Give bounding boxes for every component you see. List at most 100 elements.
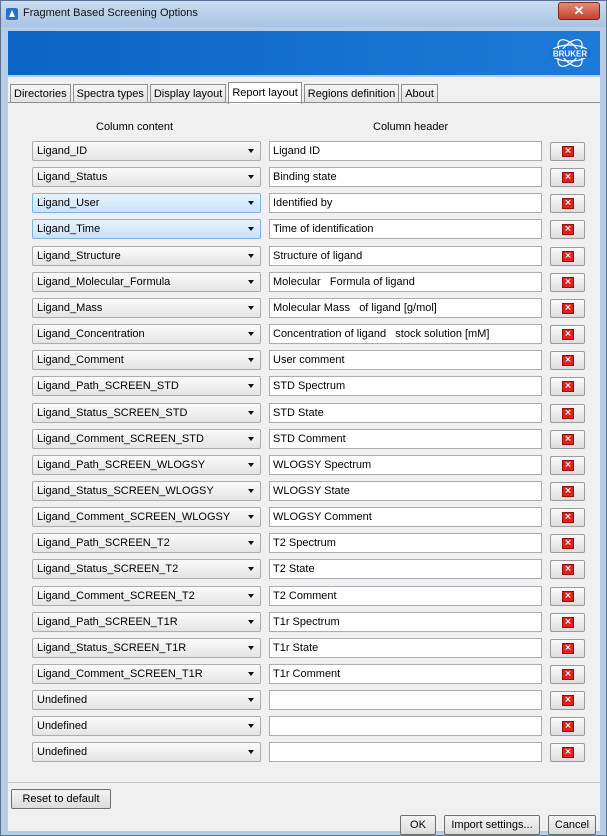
column-header-field[interactable]: Binding state [269, 167, 542, 188]
delete-row-button[interactable]: × [550, 534, 585, 554]
delete-row-button[interactable]: × [550, 351, 585, 371]
column-header-field[interactable]: WLOGSY Comment [269, 507, 542, 528]
column-content-select[interactable]: Ligand_Comment_SCREEN_T1R [32, 664, 261, 684]
delete-row-button[interactable]: × [550, 455, 585, 475]
delete-row-button[interactable]: × [550, 272, 585, 292]
delete-row-button[interactable]: × [550, 481, 585, 501]
column-header-field[interactable]: Identified by [269, 193, 542, 214]
tab-display-layout[interactable]: Display layout [149, 84, 227, 103]
column-content-select[interactable]: Ligand_Molecular_Formula [32, 271, 261, 292]
column-header-field[interactable]: WLOGSY Spectrum [269, 454, 542, 475]
column-content-select[interactable]: Ligand_User [32, 193, 261, 214]
column-row: Ligand_Path_SCREEN_T2 T2 Spectrum × [8, 533, 600, 554]
column-header-field[interactable]: Time of identification [269, 219, 542, 240]
column-content-select[interactable]: Undefined [32, 742, 261, 763]
delete-row-button[interactable]: × [550, 638, 585, 658]
column-content-select[interactable]: Ligand_Comment_SCREEN_T2 [32, 585, 261, 606]
chevron-down-icon [248, 724, 254, 729]
delete-x-icon: × [562, 642, 574, 654]
column-header-field[interactable]: Molecular Mass of ligand [g/mol] [269, 297, 542, 318]
column-content-select[interactable]: Ligand_Mass [32, 297, 261, 318]
column-header-field[interactable]: T2 Spectrum [269, 533, 542, 554]
ok-button[interactable]: OK [400, 815, 436, 835]
delete-row-button[interactable]: × [550, 586, 585, 606]
delete-row-button[interactable]: × [550, 325, 585, 345]
column-header-field[interactable]: Ligand ID [269, 141, 542, 161]
column-header-field[interactable] [269, 716, 542, 737]
delete-row-button[interactable]: × [550, 691, 585, 711]
column-content-select[interactable]: Ligand_Status_SCREEN_T2 [32, 559, 261, 580]
column-header-field[interactable]: T2 State [269, 559, 542, 580]
delete-row-button[interactable]: × [550, 743, 585, 763]
column-header-field[interactable]: STD State [269, 402, 542, 423]
column-content-select[interactable]: Ligand_Time [32, 219, 261, 240]
delete-row-button[interactable]: × [550, 429, 585, 449]
column-header-field[interactable]: Molecular Formula of ligand [269, 271, 542, 292]
delete-row-button[interactable]: × [550, 403, 585, 423]
column-content-select[interactable]: Ligand_Comment_SCREEN_WLOGSY [32, 507, 261, 528]
delete-row-button[interactable]: × [550, 560, 585, 580]
column-content-select[interactable]: Undefined [32, 716, 261, 737]
column-header-field[interactable]: Concentration of ligand stock solution [… [269, 324, 542, 345]
column-header-field[interactable]: T2 Comment [269, 585, 542, 606]
delete-row-button[interactable]: × [550, 665, 585, 684]
delete-x-icon: × [562, 590, 574, 602]
column-content-select[interactable]: Ligand_Status_SCREEN_WLOGSY [32, 480, 261, 501]
column-content-select[interactable]: Ligand_Comment [32, 350, 261, 371]
chevron-down-icon [248, 541, 254, 546]
column-content-value: Ligand_Status_SCREEN_T2 [37, 563, 179, 576]
title-bar[interactable]: Fragment Based Screening Options ✕ [1, 1, 606, 27]
column-content-select[interactable]: Ligand_Path_SCREEN_WLOGSY [32, 454, 261, 475]
delete-row-button[interactable]: × [550, 717, 585, 737]
delete-row-button[interactable]: × [550, 220, 585, 240]
cancel-button[interactable]: Cancel [548, 815, 596, 835]
delete-row-button[interactable]: × [550, 377, 585, 397]
column-header-field[interactable] [269, 742, 542, 763]
column-content-select[interactable]: Ligand_Status_SCREEN_STD [32, 402, 261, 423]
column-content-select[interactable]: Ligand_Status [32, 167, 261, 188]
column-row: Ligand_Comment_SCREEN_T2 T2 Comment × [8, 585, 600, 606]
column-content-select[interactable]: Ligand_Path_SCREEN_T1R [32, 611, 261, 632]
column-header-field[interactable]: STD Spectrum [269, 376, 542, 397]
delete-x-icon: × [562, 329, 574, 341]
column-content-select[interactable]: Ligand_Comment_SCREEN_STD [32, 428, 261, 449]
tab-spectra-types[interactable]: Spectra types [72, 84, 148, 103]
column-content-select[interactable]: Ligand_Status_SCREEN_T1R [32, 637, 261, 658]
column-content-select[interactable]: Undefined [32, 690, 261, 711]
column-content-select[interactable]: Ligand_Structure [32, 245, 261, 266]
tab-directories[interactable]: Directories [10, 84, 71, 103]
delete-row-button[interactable]: × [550, 168, 585, 188]
import-settings-button[interactable]: Import settings... [444, 815, 540, 835]
delete-row-button[interactable]: × [550, 298, 585, 318]
column-row: Undefined × [8, 690, 600, 711]
column-content-value: Ligand_Comment_SCREEN_STD [37, 432, 204, 445]
delete-row-button[interactable]: × [550, 246, 585, 266]
column-content-select[interactable]: Ligand_Path_SCREEN_T2 [32, 533, 261, 554]
delete-row-button[interactable]: × [550, 612, 585, 632]
column-content-select[interactable]: Ligand_Concentration [32, 324, 261, 345]
close-button[interactable]: ✕ [558, 2, 600, 20]
reset-to-default-button[interactable]: Reset to default [11, 789, 111, 809]
chevron-down-icon [248, 384, 254, 389]
column-content-value: Ligand_Molecular_Formula [37, 275, 171, 288]
column-header-field[interactable] [269, 690, 542, 711]
tab-about[interactable]: About [401, 84, 438, 103]
tab-report-layout[interactable]: Report layout [228, 82, 302, 104]
column-header-field[interactable]: T1r Comment [269, 664, 542, 684]
column-content-select[interactable]: Ligand_ID [32, 141, 261, 161]
column-header-field[interactable]: STD Comment [269, 428, 542, 449]
tab-regions-definition[interactable]: Regions definition [303, 84, 400, 103]
column-header-field[interactable]: T1r State [269, 637, 542, 658]
column-header-field[interactable]: T1r Spectrum [269, 611, 542, 632]
column-content-select[interactable]: Ligand_Path_SCREEN_STD [32, 376, 261, 397]
column-row: Ligand_Comment_SCREEN_T1R T1r Comment × [8, 664, 600, 684]
column-content-value: Ligand_Concentration [37, 328, 145, 341]
column-header-field[interactable]: User comment [269, 350, 542, 371]
delete-row-button[interactable]: × [550, 508, 585, 528]
column-header-field[interactable]: WLOGSY State [269, 480, 542, 501]
delete-row-button[interactable]: × [550, 142, 585, 161]
column-row: Ligand_Status_SCREEN_T1R T1r State × [8, 637, 600, 658]
column-header-field[interactable]: Structure of ligand [269, 245, 542, 266]
chevron-down-icon [248, 488, 254, 493]
delete-row-button[interactable]: × [550, 194, 585, 214]
